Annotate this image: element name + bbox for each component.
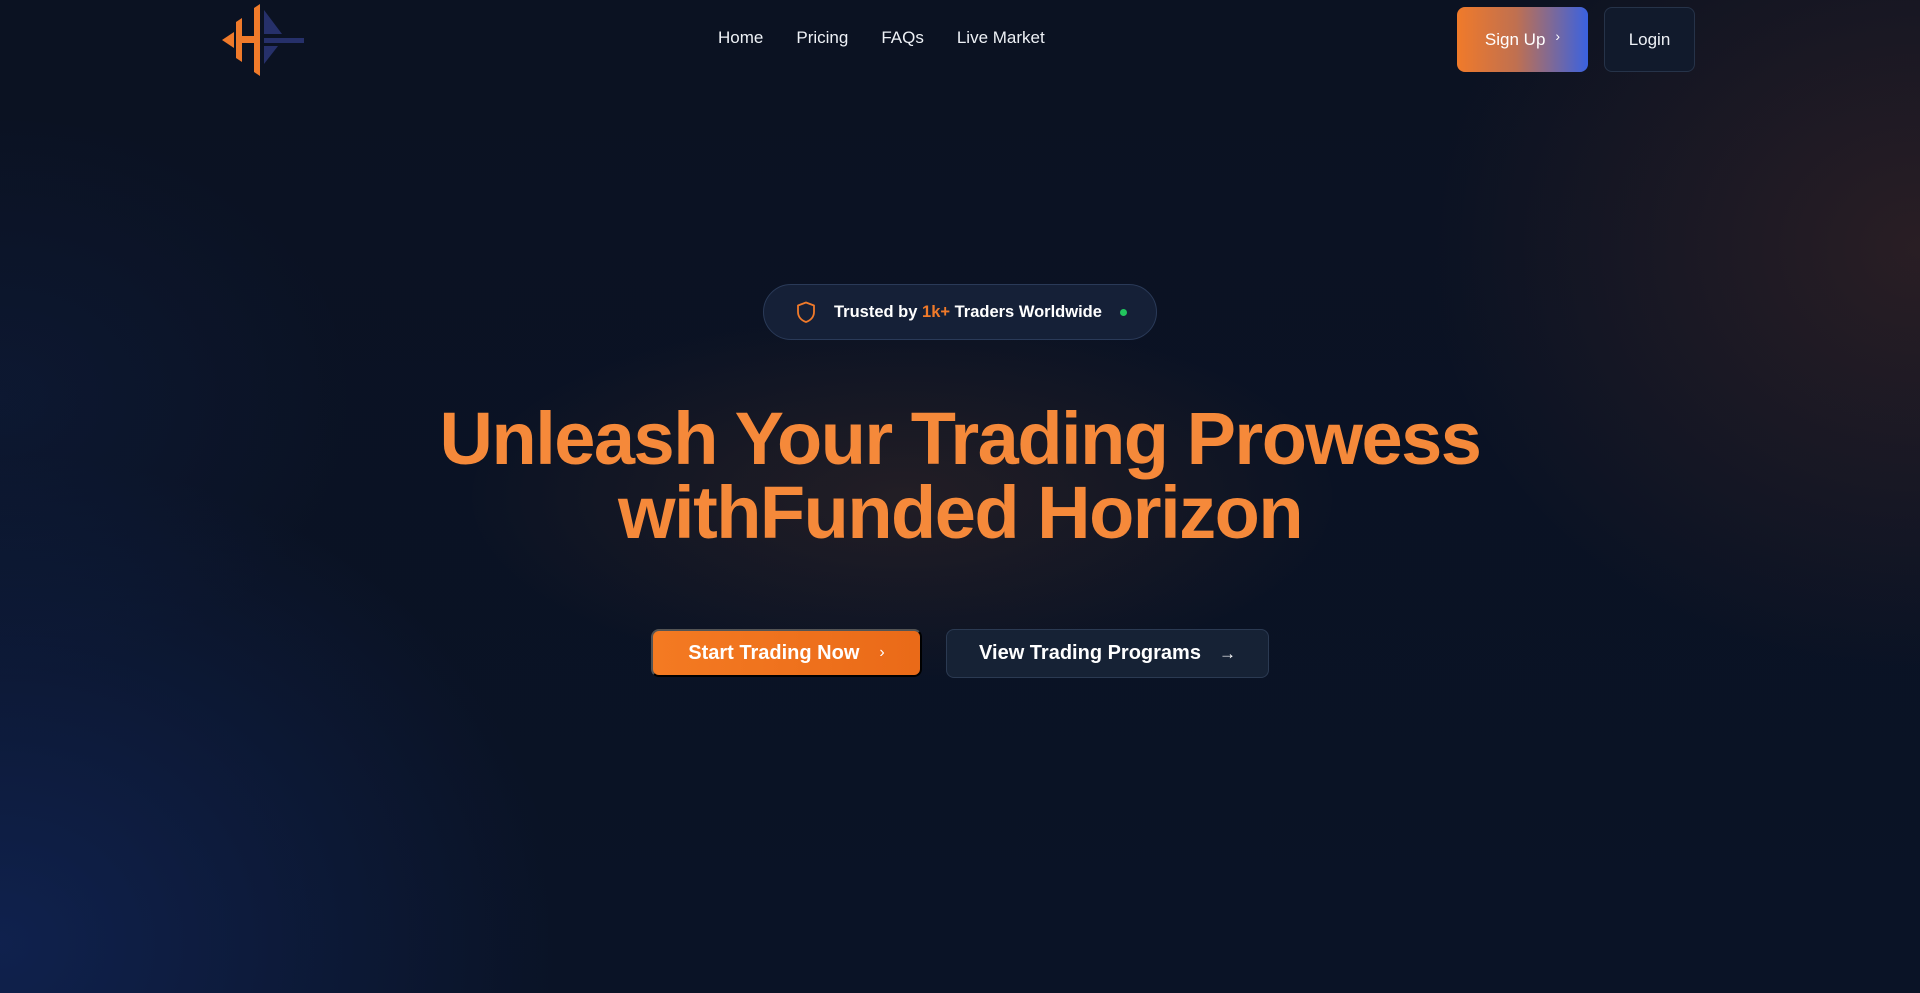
nav-link-home[interactable]: Home: [718, 28, 763, 48]
nav-link-pricing[interactable]: Pricing: [796, 28, 848, 48]
trusted-text: Trusted by 1k+ Traders Worldwide: [834, 303, 1102, 322]
hero-title-line-1: Unleash Your Trading Prowess: [439, 397, 1482, 480]
nav-link-faqs[interactable]: FAQs: [881, 28, 924, 48]
view-programs-button[interactable]: View Trading Programs →: [946, 629, 1269, 678]
start-trading-label: Start Trading Now: [688, 641, 860, 664]
shield-icon: [797, 301, 815, 323]
hero-title: Unleash Your Trading Prowess withFunded …: [0, 402, 1920, 550]
chevron-right-icon: ›: [1555, 27, 1561, 44]
sign-up-label: Sign Up: [1484, 29, 1546, 49]
login-label: Login: [1628, 29, 1671, 49]
status-dot: [1119, 308, 1127, 316]
start-trading-button[interactable]: Start Trading Now ›: [651, 629, 922, 677]
login-button[interactable]: Login: [1604, 7, 1695, 72]
nav-link-live-market[interactable]: Live Market: [957, 28, 1045, 48]
trusted-count: 1k+: [922, 302, 951, 321]
trusted-prefix: Trusted by: [834, 302, 923, 321]
top-navbar: Home Pricing FAQs Live Market Sign Up › …: [0, 0, 1920, 80]
view-programs-label: View Trading Programs: [979, 642, 1201, 664]
sign-up-button[interactable]: Sign Up ›: [1457, 7, 1588, 72]
hero-title-line-2: withFunded Horizon: [617, 471, 1304, 554]
chevron-right-icon: ›: [879, 644, 885, 661]
funded-horizon-logo[interactable]: [222, 4, 304, 76]
trusted-badge: Trusted by 1k+ Traders Worldwide: [763, 284, 1157, 340]
trusted-suffix: Traders Worldwide: [950, 302, 1102, 321]
main-nav: Home Pricing FAQs Live Market: [718, 28, 1045, 48]
arrow-right-icon: →: [1218, 643, 1236, 663]
